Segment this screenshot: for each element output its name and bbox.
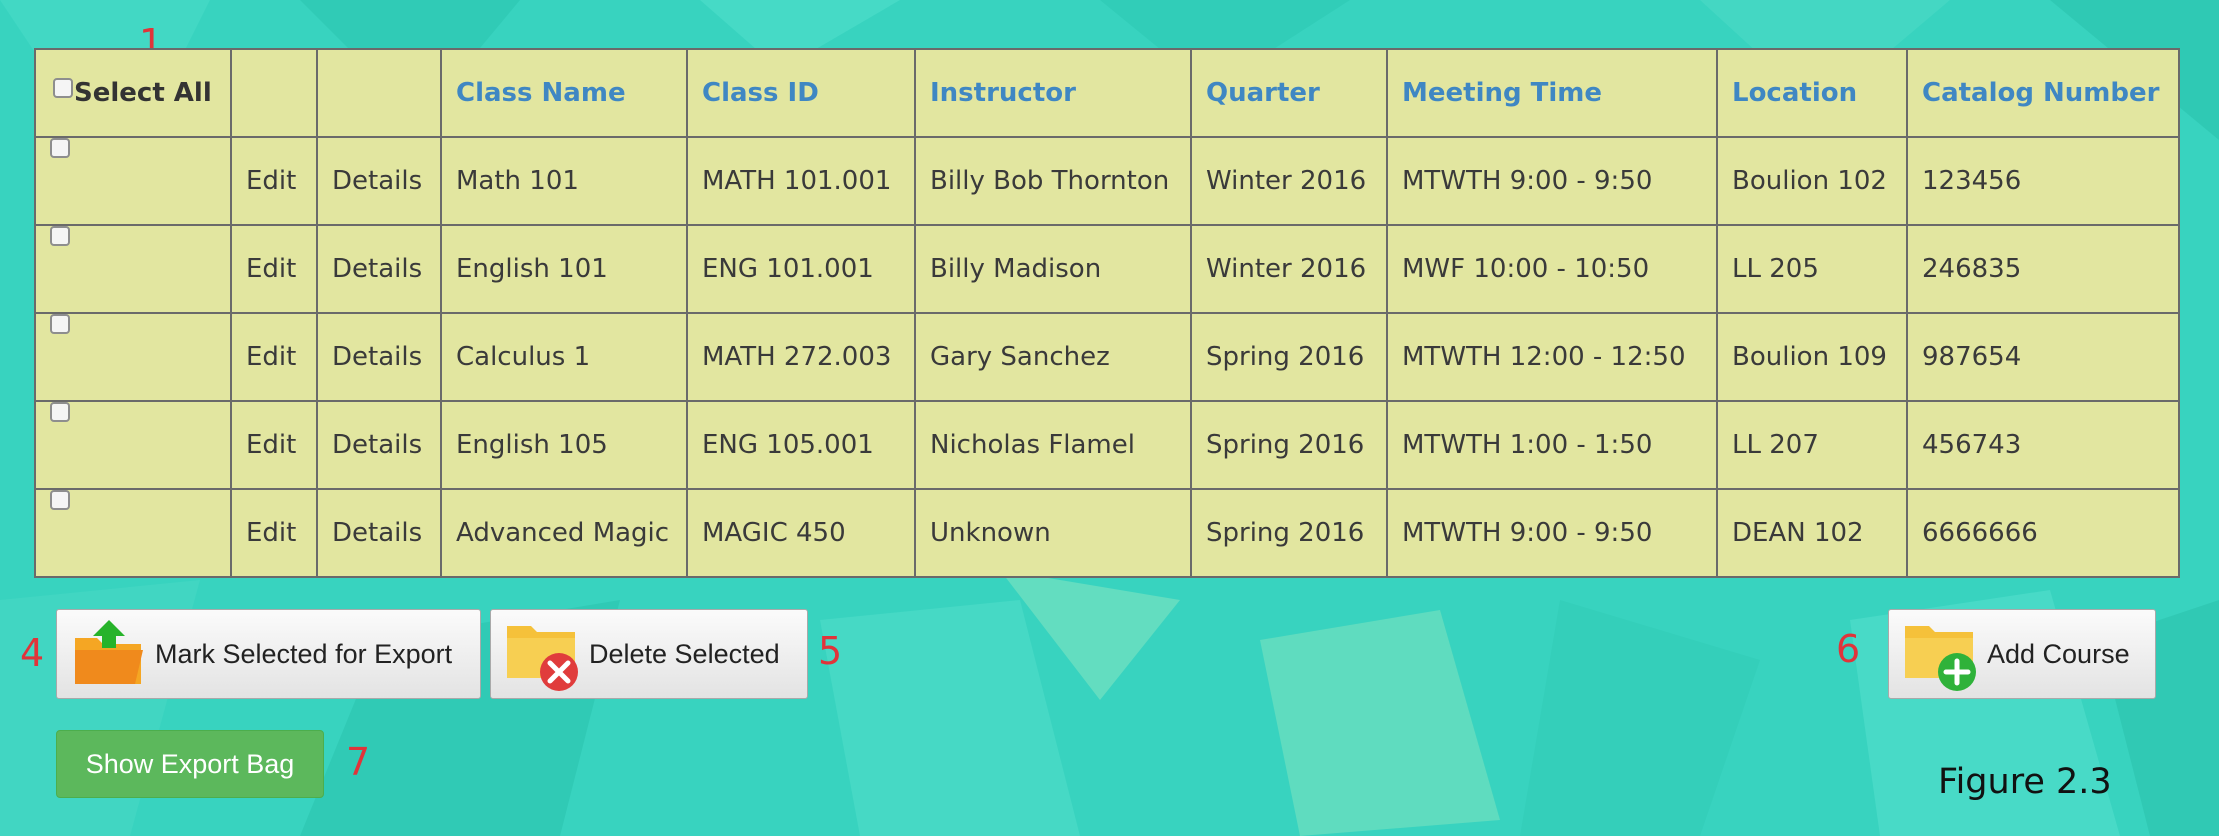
meeting-time-cell: MTWTH 12:00 - 12:50	[1386, 312, 1718, 402]
meeting-time-cell: MWF 10:00 - 10:50	[1386, 224, 1718, 314]
details-link[interactable]: Details	[316, 136, 442, 226]
class-id-cell: MATH 101.001	[686, 136, 916, 226]
details-link[interactable]: Details	[316, 312, 442, 402]
figure-caption: Figure 2.3	[1938, 762, 2112, 802]
show-export-bag-button[interactable]: Show Export Bag	[56, 730, 324, 798]
meeting-time-cell: MTWTH 9:00 - 9:50	[1386, 136, 1718, 226]
select-all-checkbox[interactable]	[53, 78, 73, 98]
quarter-cell: Spring 2016	[1190, 312, 1388, 402]
row-checkbox[interactable]	[50, 403, 70, 422]
catalog-number-cell: 123456	[1906, 136, 2180, 226]
location-cell: LL 207	[1716, 400, 1908, 490]
location-cell: DEAN 102	[1716, 488, 1908, 578]
catalog-number-cell: 246835	[1906, 224, 2180, 314]
add-course-label: Add Course	[1987, 638, 2130, 669]
quarter-cell: Winter 2016	[1190, 224, 1388, 314]
row-checkbox[interactable]	[50, 139, 70, 158]
folder-delete-icon	[505, 616, 581, 692]
row-select-cell	[34, 488, 232, 578]
mark-selected-for-export-button[interactable]: Mark Selected for Export	[56, 609, 481, 699]
table-row: Edit Details English 105 ENG 105.001 Nic…	[34, 400, 2180, 490]
row-select-cell	[34, 136, 232, 226]
location-cell: Boulion 102	[1716, 136, 1908, 226]
quarter-cell: Winter 2016	[1190, 136, 1388, 226]
row-select-cell	[34, 400, 232, 490]
mark-selected-for-export-label: Mark Selected for Export	[155, 638, 453, 669]
meeting-time-cell: MTWTH 9:00 - 9:50	[1386, 488, 1718, 578]
folder-upload-icon	[71, 616, 147, 692]
add-course-button[interactable]: Add Course	[1888, 609, 2156, 699]
instructor-cell: Billy Bob Thornton	[914, 136, 1192, 226]
row-select-cell	[34, 312, 232, 402]
select-all-label: Select All	[74, 78, 212, 108]
row-checkbox[interactable]	[50, 491, 70, 510]
delete-selected-label: Delete Selected	[589, 638, 780, 669]
class-name-cell: Calculus 1	[440, 312, 688, 402]
class-name-cell: Math 101	[440, 136, 688, 226]
column-header-catalog-number[interactable]: Catalog Number	[1906, 48, 2180, 138]
row-checkbox[interactable]	[50, 315, 70, 334]
table-row: Edit Details Math 101 MATH 101.001 Billy…	[34, 136, 2180, 226]
instructor-cell: Gary Sanchez	[914, 312, 1192, 402]
class-id-cell: MAGIC 450	[686, 488, 916, 578]
catalog-number-cell: 6666666	[1906, 488, 2180, 578]
details-link[interactable]: Details	[316, 488, 442, 578]
meeting-time-cell: MTWTH 1:00 - 1:50	[1386, 400, 1718, 490]
location-cell: LL 205	[1716, 224, 1908, 314]
table-row: Edit Details Calculus 1 MATH 272.003 Gar…	[34, 312, 2180, 402]
class-id-cell: ENG 105.001	[686, 400, 916, 490]
annotation-5: 5	[818, 629, 843, 673]
location-cell: Boulion 109	[1716, 312, 1908, 402]
annotation-4: 4	[20, 631, 45, 675]
column-header-quarter[interactable]: Quarter	[1190, 48, 1388, 138]
details-link[interactable]: Details	[316, 224, 442, 314]
courses-table: Select All Class Name Class ID Instructo…	[34, 48, 2180, 578]
catalog-number-cell: 456743	[1906, 400, 2180, 490]
edit-link[interactable]: Edit	[230, 224, 318, 314]
instructor-cell: Nicholas Flamel	[914, 400, 1192, 490]
edit-link[interactable]: Edit	[230, 400, 318, 490]
folder-add-icon	[1903, 616, 1979, 692]
select-all-header: Select All	[34, 48, 232, 138]
column-header-class-name[interactable]: Class Name	[440, 48, 688, 138]
instructor-cell: Unknown	[914, 488, 1192, 578]
column-header-class-id[interactable]: Class ID	[686, 48, 916, 138]
annotation-7: 7	[346, 740, 371, 784]
class-id-cell: ENG 101.001	[686, 224, 916, 314]
quarter-cell: Spring 2016	[1190, 400, 1388, 490]
instructor-cell: Billy Madison	[914, 224, 1192, 314]
column-header-instructor[interactable]: Instructor	[914, 48, 1192, 138]
edit-link[interactable]: Edit	[230, 136, 318, 226]
table-row: Edit Details Advanced Magic MAGIC 450 Un…	[34, 488, 2180, 578]
quarter-cell: Spring 2016	[1190, 488, 1388, 578]
catalog-number-cell: 987654	[1906, 312, 2180, 402]
class-name-cell: English 101	[440, 224, 688, 314]
edit-link[interactable]: Edit	[230, 312, 318, 402]
column-header-meeting-time[interactable]: Meeting Time	[1386, 48, 1718, 138]
row-select-cell	[34, 224, 232, 314]
details-column-header	[316, 48, 442, 138]
row-checkbox[interactable]	[50, 227, 70, 246]
delete-selected-button[interactable]: Delete Selected	[490, 609, 808, 699]
edit-column-header	[230, 48, 318, 138]
column-header-location[interactable]: Location	[1716, 48, 1908, 138]
class-id-cell: MATH 272.003	[686, 312, 916, 402]
edit-link[interactable]: Edit	[230, 488, 318, 578]
details-link[interactable]: Details	[316, 400, 442, 490]
class-name-cell: Advanced Magic	[440, 488, 688, 578]
class-name-cell: English 105	[440, 400, 688, 490]
table-row: Edit Details English 101 ENG 101.001 Bil…	[34, 224, 2180, 314]
table-header-row: Select All Class Name Class ID Instructo…	[34, 48, 2180, 138]
annotation-6: 6	[1836, 627, 1861, 671]
